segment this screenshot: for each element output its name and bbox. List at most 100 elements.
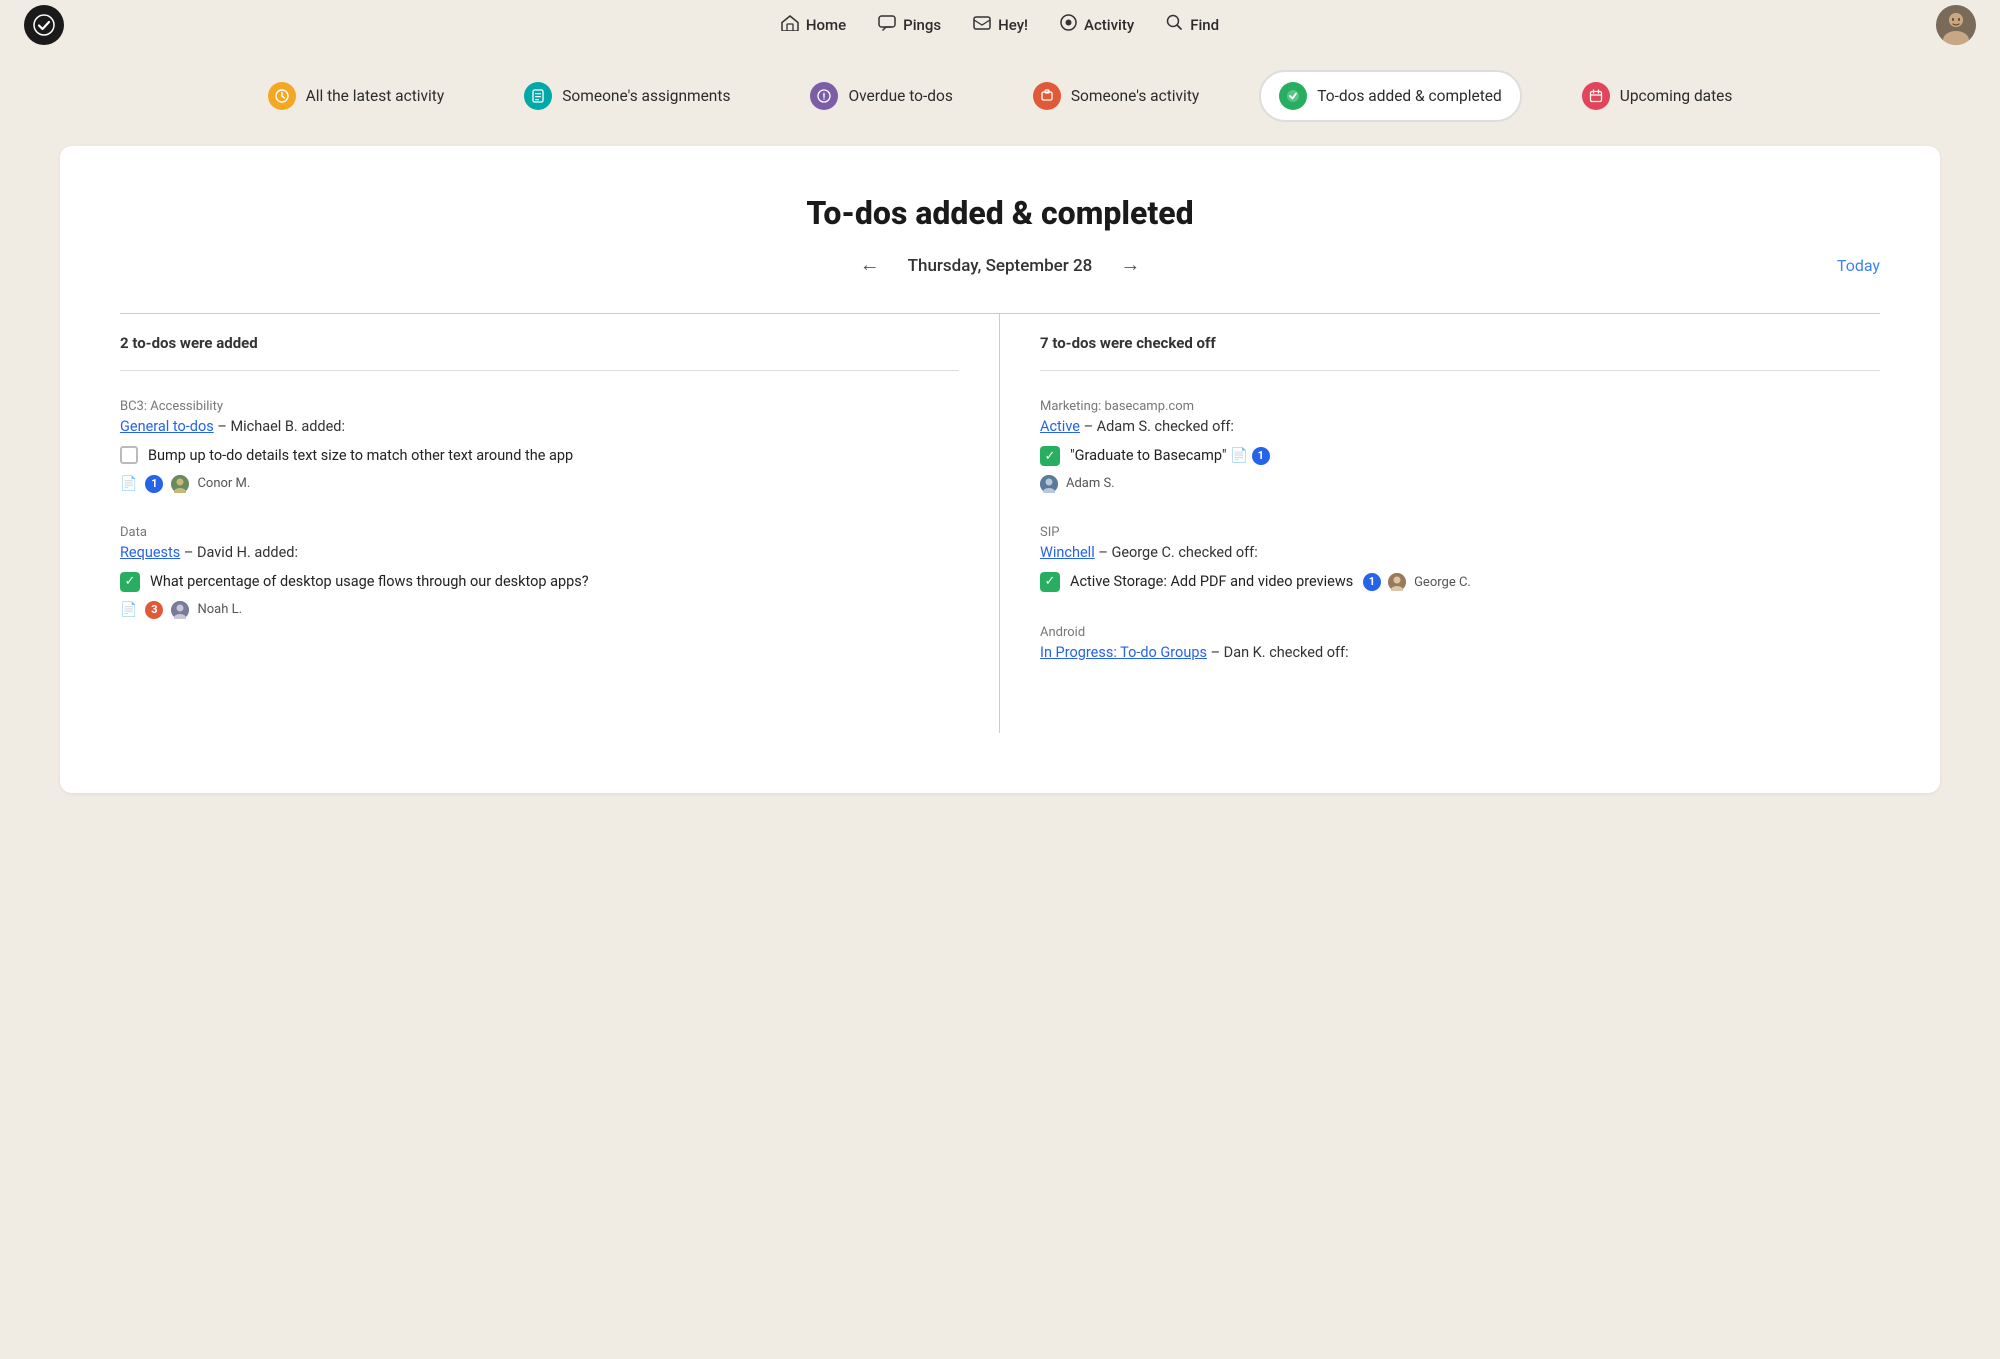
list-item: Data Requests – David H. added: ✓ What p… (120, 525, 959, 619)
todo-text: Bump up to-do details text size to match… (148, 445, 573, 467)
assignments-icon (524, 82, 552, 110)
person-name: Conor M. (197, 476, 250, 491)
activity-headline: Active – Adam S. checked off: (1040, 418, 1880, 435)
person-name: Noah L. (197, 602, 242, 617)
prev-day-button[interactable]: ← (852, 250, 888, 281)
list-link[interactable]: In Progress: To-do Groups (1040, 644, 1207, 661)
list-item: SIP Winchell – George C. checked off: ✓ … (1040, 525, 1880, 593)
person-avatar (1040, 475, 1058, 493)
nav-hey[interactable]: Hey! (973, 15, 1028, 35)
today-link[interactable]: Today (1837, 256, 1880, 275)
project-label: BC3: Accessibility (120, 399, 959, 414)
meta-row: 📄 3 Noah L. (120, 601, 959, 619)
someones-icon (1033, 82, 1061, 110)
hey-icon (973, 15, 991, 35)
filter-bar: All the latest activity Someone's assign… (0, 50, 2000, 146)
badge-count-inline: 1 (1363, 573, 1381, 591)
nav-home-label: Home (806, 16, 846, 34)
nav-activity[interactable]: Activity (1060, 14, 1134, 36)
list-link[interactable]: General to-dos (120, 418, 214, 435)
person-name: Adam S. (1066, 476, 1115, 491)
filter-latest[interactable]: All the latest activity (248, 70, 465, 122)
next-day-button[interactable]: → (1112, 250, 1148, 281)
meta-row: 📄 1 Conor M. (120, 475, 959, 493)
nav-pings-label: Pings (903, 16, 941, 34)
filter-overdue-label: Overdue to-dos (848, 87, 952, 105)
todo-text: Active Storage: Add PDF and video previe… (1070, 571, 1471, 593)
badge-count-inline: 1 (1252, 447, 1270, 465)
added-column-header: 2 to-dos were added (120, 314, 959, 371)
filter-someones-label: Someone's activity (1071, 87, 1199, 105)
list-item: Marketing: basecamp.com Active – Adam S.… (1040, 399, 1880, 493)
activity-headline: In Progress: To-do Groups – Dan K. check… (1040, 644, 1880, 661)
find-icon (1166, 14, 1183, 36)
todo-checkbox-empty (120, 446, 138, 464)
person-avatar (171, 475, 189, 493)
person-avatar (171, 601, 189, 619)
added-column: 2 to-dos were added BC3: Accessibility G… (120, 314, 1000, 733)
latest-icon (268, 82, 296, 110)
page-title: To-dos added & completed (120, 194, 1880, 232)
two-col-layout: 2 to-dos were added BC3: Accessibility G… (120, 313, 1880, 733)
top-nav: Home Pings Hey! Activity Find (0, 0, 2000, 50)
badge-count: 1 (145, 475, 163, 493)
todo-item: ✓ "Graduate to Basecamp" 📄 1 (1040, 445, 1880, 467)
filter-todos[interactable]: To-dos added & completed (1259, 70, 1522, 122)
project-label: SIP (1040, 525, 1880, 540)
todos-filter-icon (1279, 82, 1307, 110)
nav-home[interactable]: Home (781, 15, 846, 36)
todo-text: "Graduate to Basecamp" 📄 1 (1070, 445, 1270, 467)
todo-item: ✓ Active Storage: Add PDF and video prev… (1040, 571, 1880, 593)
filter-latest-label: All the latest activity (306, 87, 445, 105)
person-name-inline: George C. (1414, 575, 1471, 590)
checked-column: 7 to-dos were checked off Marketing: bas… (1000, 314, 1880, 733)
checked-column-header: 7 to-dos were checked off (1040, 314, 1880, 371)
project-label: Marketing: basecamp.com (1040, 399, 1880, 414)
user-avatar[interactable] (1936, 5, 1976, 45)
list-link[interactable]: Active (1040, 418, 1080, 435)
list-item: BC3: Accessibility General to-dos – Mich… (120, 399, 959, 493)
list-item: Android In Progress: To-do Groups – Dan … (1040, 625, 1880, 661)
person-avatar-inline (1388, 573, 1406, 591)
project-label: Data (120, 525, 959, 540)
filter-someones[interactable]: Someone's activity (1013, 70, 1219, 122)
doc-icon: 📄 (120, 476, 137, 492)
nav-hey-label: Hey! (998, 16, 1028, 34)
todo-checkbox-checked: ✓ (120, 572, 140, 592)
todo-text: What percentage of desktop usage flows t… (150, 571, 589, 593)
meta-row: Adam S. (1040, 475, 1880, 493)
doc-icon: 📄 (120, 602, 137, 618)
list-link[interactable]: Requests (120, 544, 180, 561)
main-content: To-dos added & completed ← Thursday, Sep… (60, 146, 1940, 793)
badge-count: 3 (145, 601, 163, 619)
filter-assignments-label: Someone's assignments (562, 87, 730, 105)
logo[interactable] (24, 5, 64, 45)
nav-items: Home Pings Hey! Activity Find (781, 14, 1219, 36)
todo-item: Bump up to-do details text size to match… (120, 445, 959, 467)
filter-upcoming-label: Upcoming dates (1620, 87, 1733, 105)
todo-checkbox-checked: ✓ (1040, 572, 1060, 592)
doc-icon-inline: 📄 (1230, 447, 1248, 464)
activity-headline: Winchell – George C. checked off: (1040, 544, 1880, 561)
activity-icon (1060, 14, 1077, 36)
filter-assignments[interactable]: Someone's assignments (504, 70, 750, 122)
list-link[interactable]: Winchell (1040, 544, 1095, 561)
nav-find[interactable]: Find (1166, 14, 1219, 36)
project-label: Android (1040, 625, 1880, 640)
pings-icon (878, 15, 896, 36)
date-label: Thursday, September 28 (908, 256, 1093, 276)
nav-find-label: Find (1190, 16, 1219, 34)
activity-headline: Requests – David H. added: (120, 544, 959, 561)
activity-headline: General to-dos – Michael B. added: (120, 418, 959, 435)
overdue-icon (810, 82, 838, 110)
todo-item: ✓ What percentage of desktop usage flows… (120, 571, 959, 593)
nav-pings[interactable]: Pings (878, 15, 941, 36)
date-nav: ← Thursday, September 28 → Today (120, 250, 1880, 281)
nav-activity-label: Activity (1084, 16, 1134, 34)
filter-overdue[interactable]: Overdue to-dos (790, 70, 972, 122)
filter-upcoming[interactable]: Upcoming dates (1562, 70, 1753, 122)
todo-checkbox-checked: ✓ (1040, 446, 1060, 466)
filter-todos-label: To-dos added & completed (1317, 87, 1502, 105)
upcoming-icon (1582, 82, 1610, 110)
home-icon (781, 15, 799, 36)
